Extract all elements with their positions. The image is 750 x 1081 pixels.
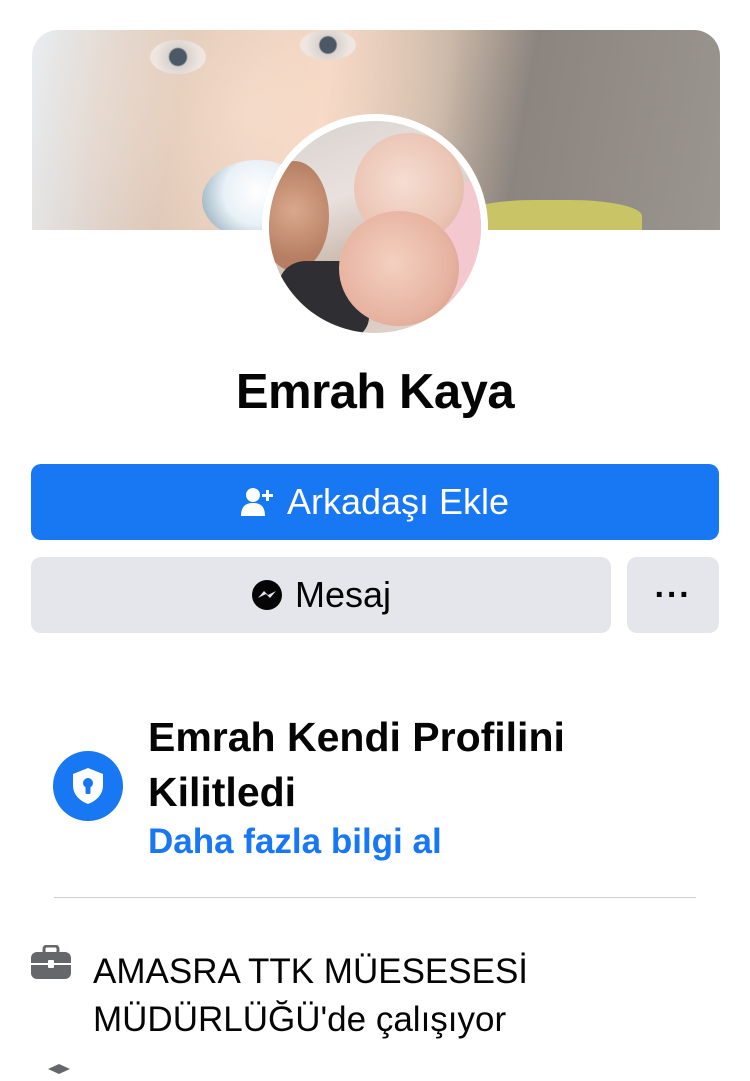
message-button[interactable]: Mesaj (31, 557, 611, 633)
learn-more-link[interactable]: Daha fazla bilgi al (148, 822, 442, 862)
cover-photo-detail (462, 200, 642, 230)
more-options-button[interactable]: ··· (627, 557, 719, 633)
work-info: AMASRA TTK MÜESESESİ MÜDÜRLÜĞÜ'de çalışı… (93, 948, 693, 1044)
cover-photo-detail (150, 40, 206, 74)
profile-picture-detail (339, 211, 459, 326)
work-info-line: AMASRA TTK MÜESESESİ (93, 952, 529, 991)
graduation-cap-icon (48, 1063, 70, 1075)
shield-lock-icon (53, 751, 123, 821)
profile-picture-detail (269, 161, 329, 271)
section-divider (54, 897, 696, 898)
cover-photo-detail (300, 30, 356, 60)
person-plus-icon (240, 487, 275, 517)
work-info-line: MÜDÜRLÜĞÜ'de çalışıyor (93, 1000, 507, 1039)
add-friend-label: Arkadaşı Ekle (286, 481, 510, 522)
add-friend-button[interactable]: Arkadaşı Ekle (31, 464, 719, 540)
message-label: Mesaj (294, 574, 392, 615)
profile-picture-image (269, 121, 481, 333)
profile-picture[interactable] (262, 114, 488, 340)
more-options-icon: ··· (654, 576, 692, 614)
profile-name: Emrah Kaya (235, 365, 515, 419)
briefcase-icon (30, 944, 72, 981)
profile-locked-title: Emrah Kendi Profilini Kilitledi (148, 714, 565, 815)
messenger-icon (251, 579, 283, 611)
